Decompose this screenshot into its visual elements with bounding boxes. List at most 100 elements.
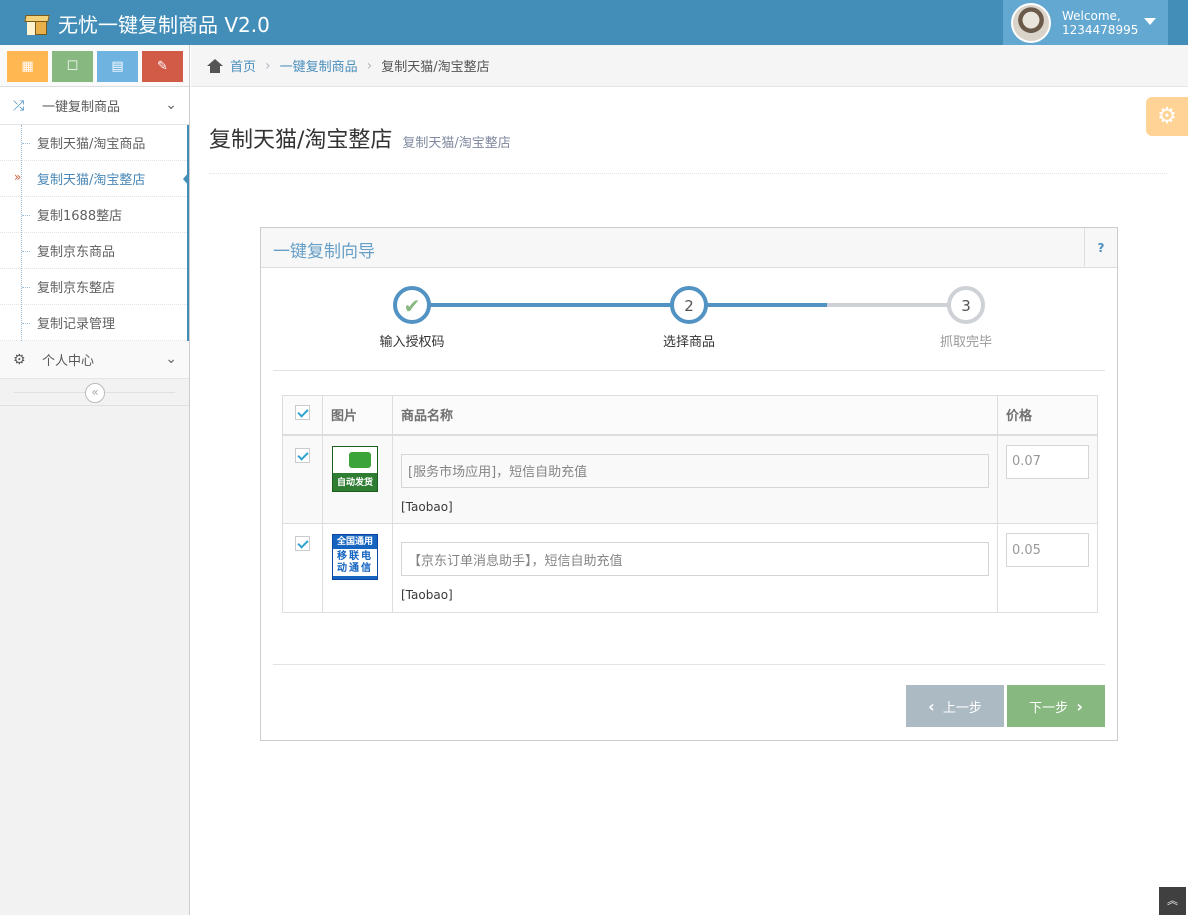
prev-step-label: 上一步 [942, 700, 982, 716]
sidebar-item-copy-tmall-product[interactable]: 复制天猫/淘宝商品 [0, 125, 187, 161]
sidebar-item-label: 复制京东商品 [37, 245, 116, 260]
select-all-checkbox[interactable] [295, 405, 310, 421]
sidebar-section-copy[interactable]: ⤮ 一键复制商品 ⌄ [0, 87, 189, 125]
app-brand[interactable]: 无忧一键复制商品 V2.0 [24, 9, 270, 38]
step-remaining-line [827, 303, 967, 307]
welcome-text: Welcome, [1062, 8, 1121, 23]
double-chevron-up-icon: ︽ [1167, 894, 1178, 907]
thumbnail-body: 移联电 动通信 [337, 551, 373, 574]
step-1-circle: ✔ [393, 286, 431, 324]
table-row: 自动发货 [服务市场应用]，短信自助充值 [Taobao] 0.07 [282, 434, 1098, 524]
help-button[interactable]: ? [1084, 228, 1117, 266]
calendar-icon: ▦ [21, 59, 34, 74]
check-icon: ✔ [403, 294, 421, 318]
thumbnail-band: 全国通用 [333, 535, 377, 549]
collapse-sidebar-button[interactable]: « [85, 383, 105, 403]
sidebar-section-personal[interactable]: ⚙ 个人中心 ⌄ [0, 341, 189, 379]
grid-icon: ▤ [111, 59, 124, 74]
widget-title: 一键复制向导 [273, 242, 375, 262]
double-chevron-left-icon: « [91, 385, 99, 399]
product-name-input[interactable]: [服务市场应用]，短信自助充值 [401, 453, 989, 488]
chevron-down-icon: ⌄ [165, 97, 177, 113]
chevron-down-icon: ⌄ [165, 351, 177, 367]
double-chevron-right-icon: » [14, 170, 22, 184]
sidebar-section-label: 个人中心 [42, 354, 95, 369]
sidebar-item-copy-tmall-store[interactable]: » 复制天猫/淘宝整店 [0, 161, 189, 197]
chevron-right-icon: › [1076, 696, 1083, 716]
page-subtitle: 复制天猫/淘宝整店 [402, 136, 511, 151]
next-step-button[interactable]: 下一步 › [1007, 685, 1105, 727]
box-logo-icon [24, 12, 50, 36]
sidebar-item-label: 复制记录管理 [37, 317, 116, 332]
product-price-input[interactable]: 0.05 [1006, 533, 1089, 567]
product-thumbnail[interactable]: 自动发货 [332, 445, 378, 492]
grid-shortcut-button[interactable]: ▤ [97, 51, 138, 82]
scroll-to-top-button[interactable]: ︽ [1159, 887, 1186, 915]
step-progress-line [412, 303, 827, 307]
breadcrumb-home-link[interactable]: 首页 [230, 56, 256, 75]
product-name-input[interactable]: 【京东订单消息助手】，短信自助充值 [401, 542, 989, 576]
sidebar-item-copy-jd-product[interactable]: 复制京东商品 [0, 233, 187, 269]
wizard-steps: ✔ 输入授权码 2 选择商品 3 抓取完毕 [261, 268, 1117, 370]
next-step-label: 下一步 [1029, 700, 1069, 716]
sidebar-item-copy-1688-store[interactable]: 复制1688整店 [0, 197, 187, 233]
chevron-left-icon: ‹ [928, 696, 935, 716]
sidebar-item-copy-records[interactable]: 复制记录管理 [0, 305, 187, 341]
step-2-number: 2 [684, 297, 694, 315]
column-header-name: 商品名称 [392, 395, 998, 436]
active-pointer-icon [183, 172, 189, 186]
breadcrumb-section-link[interactable]: 一键复制商品 [280, 56, 358, 75]
page-title-text: 复制天猫/淘宝整店 [209, 128, 393, 153]
step-3-number: 3 [961, 297, 971, 315]
page-header: 复制天猫/淘宝整店 复制天猫/淘宝整店 [209, 122, 1167, 174]
chevron-right-icon: › [366, 57, 373, 74]
product-name-cell: [服务市场应用]，短信自助充值 [Taobao] [392, 434, 998, 524]
square-shortcut-button[interactable]: ☐ [52, 51, 93, 82]
row-checkbox[interactable] [295, 536, 310, 551]
step-1-label: 输入授权码 [379, 335, 445, 350]
square-icon: ☐ [66, 59, 79, 74]
sidebar-item-copy-jd-store[interactable]: 复制京东整店 [0, 269, 187, 305]
sidebar: ▦ ☐ ▤ ✎ ⤮ 一键复制商品 ⌄ 复制天猫/淘宝商品 » 复制天猫/淘宝整店… [0, 45, 190, 915]
row-checkbox-cell [282, 523, 323, 613]
top-navbar: 无忧一键复制商品 V2.0 Welcome, 1234478995 [0, 0, 1188, 45]
forward-icon [349, 451, 371, 468]
book-icon: ✎ [157, 59, 168, 74]
home-icon [207, 58, 223, 73]
product-thumbnail[interactable]: 全国通用 移联电 动通信 [332, 534, 378, 580]
column-header-image: 图片 [322, 395, 393, 436]
table-header-row: 图片 商品名称 价格 [282, 395, 1098, 436]
widget-header: 一键复制向导 ? [261, 228, 1117, 268]
row-checkbox[interactable] [295, 447, 310, 463]
product-table: 图片 商品名称 价格 自动发货 [服务市场应用]，短信自助充值 [Taobao] [282, 395, 1098, 613]
shuffle-icon: ⤮ [13, 97, 25, 114]
prev-step-button[interactable]: ‹ 上一步 [906, 685, 1004, 727]
column-header-price: 价格 [997, 395, 1098, 436]
product-price-cell: 0.07 [997, 434, 1098, 524]
wizard-widget: 一键复制向导 ? ✔ 输入授权码 2 选择商品 3 抓取完毕 图片 商品名称 价… [260, 227, 1118, 741]
breadcrumb-current: 复制天猫/淘宝整店 [381, 60, 490, 75]
sidebar-item-label: 复制1688整店 [37, 209, 123, 224]
product-image-cell: 全国通用 移联电 动通信 [322, 523, 393, 613]
book-shortcut-button[interactable]: ✎ [142, 51, 183, 82]
calendar-shortcut-button[interactable]: ▦ [7, 51, 48, 82]
divider [273, 664, 1105, 665]
divider [273, 370, 1105, 371]
caret-down-icon [1144, 18, 1156, 25]
sidebar-collapse-bar: « [0, 379, 189, 406]
product-name-cell: 【京东订单消息助手】，短信自助充值 [Taobao] [392, 523, 998, 613]
table-row: 全国通用 移联电 动通信 【京东订单消息助手】，短信自助充值 [Taobao] … [282, 523, 1098, 613]
product-image-cell: 自动发货 [322, 434, 393, 524]
gear-icon: ⚙ [13, 351, 26, 368]
step-3-label: 抓取完毕 [939, 335, 992, 350]
product-price-input[interactable]: 0.07 [1006, 444, 1089, 479]
app-title: 无忧一键复制商品 V2.0 [58, 13, 270, 37]
avatar [1011, 2, 1051, 43]
select-all-cell [282, 395, 323, 436]
step-3-circle: 3 [947, 286, 985, 324]
chevron-right-icon: › [265, 57, 271, 74]
sidebar-section-label: 一键复制商品 [42, 100, 121, 115]
sidebar-submenu: 复制天猫/淘宝商品 » 复制天猫/淘宝整店 复制1688整店 复制京东商品 复制… [0, 125, 189, 341]
sidebar-shortcuts: ▦ ☐ ▤ ✎ [0, 45, 189, 87]
user-menu[interactable]: Welcome, 1234478995 [1003, 0, 1168, 45]
